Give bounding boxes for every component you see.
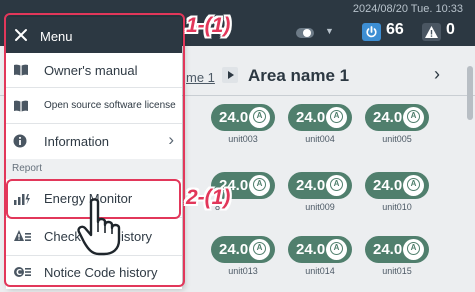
unit-temperature: 24.0 — [296, 241, 326, 258]
unit-tile[interactable]: 24.0 A unit014 — [288, 236, 352, 280]
unit-temperature: 24.0 — [373, 177, 403, 194]
unit-label: unit004 — [305, 134, 335, 144]
alert-count: 0 — [446, 21, 455, 38]
annotation-label-step2: 2-(1) — [186, 186, 231, 209]
pointing-hand-icon — [77, 198, 127, 261]
scrollbar[interactable] — [467, 66, 473, 120]
alert-icon[interactable] — [422, 23, 441, 41]
unit-tile[interactable]: 24.0 A unit013 — [211, 236, 275, 280]
unit-temperature: 24.0 — [219, 109, 249, 126]
auto-mode-icon: A — [330, 242, 343, 255]
unit-pill: 24.0 A — [365, 172, 429, 199]
auto-mode-icon: A — [330, 110, 343, 123]
unit-pill: 24.0 A — [211, 104, 275, 131]
power-count: 66 — [386, 21, 404, 38]
mode-badge: A — [403, 107, 424, 128]
unit-pill: 24.0 A — [211, 236, 275, 263]
unit-label: unit013 — [228, 266, 258, 276]
datetime: 2024/08/20 Tue. 10:33 — [352, 3, 463, 15]
unit-pill: 24.0 A — [365, 236, 429, 263]
auto-mode-icon: A — [253, 178, 266, 191]
mode-badge: A — [249, 175, 270, 196]
mode-badge: A — [249, 239, 270, 260]
mode-badge: A — [326, 239, 347, 260]
auto-mode-icon: A — [407, 110, 420, 123]
caret-down-icon[interactable]: ▼ — [325, 26, 334, 36]
unit-pill: 24.0 A — [288, 104, 352, 131]
auto-mode-icon: A — [407, 178, 420, 191]
auto-mode-icon: A — [253, 242, 266, 255]
unit-label: unit009 — [305, 202, 335, 212]
unit-label: unit003 — [228, 134, 258, 144]
unit-tile[interactable]: 24.0 A unit003 — [211, 104, 275, 148]
auto-mode-icon: A — [407, 242, 420, 255]
unit-label: unit005 — [382, 134, 412, 144]
auto-mode-icon: A — [253, 110, 266, 123]
app-screen: 2024/08/20 Tue. 10:33 ▼ 66 0 me 1 Area n… — [0, 0, 475, 292]
unit-temperature: 24.0 — [373, 241, 403, 258]
annotation-label-step1: 1-(1) — [186, 14, 231, 37]
unit-tile[interactable]: 24.0 A unit015 — [365, 236, 429, 280]
unit-pill: 24.0 A — [288, 172, 352, 199]
unit-tile[interactable]: 24.0 A unit010 — [365, 172, 429, 216]
mode-badge: A — [249, 107, 270, 128]
next-area-chevron-icon[interactable]: › — [434, 64, 440, 85]
auto-mode-icon: A — [330, 178, 343, 191]
unit-tile[interactable]: 24.0 A unit004 — [288, 104, 352, 148]
unit-temperature: 24.0 — [219, 241, 249, 258]
area-name: Area name 1 — [248, 66, 350, 85]
unit-tile[interactable]: 24.0 A unit009 — [288, 172, 352, 216]
mode-badge: A — [403, 239, 424, 260]
mode-badge: A — [326, 175, 347, 196]
unit-label: unit014 — [305, 266, 335, 276]
unit-temperature: 24.0 — [296, 177, 326, 194]
unit-pill: 24.0 A — [288, 236, 352, 263]
area-breadcrumb-link[interactable]: me 1 — [186, 70, 215, 85]
unit-label: unit010 — [382, 202, 412, 212]
power-icon[interactable] — [362, 23, 381, 41]
unit-pill: 24.0 A — [365, 104, 429, 131]
unit-temperature: 24.0 — [296, 109, 326, 126]
unit-label: unit015 — [382, 266, 412, 276]
toggle-icon[interactable] — [296, 28, 314, 38]
mode-badge: A — [326, 107, 347, 128]
play-arrow-icon — [222, 67, 238, 83]
unit-tile[interactable]: 24.0 A unit005 — [365, 104, 429, 148]
unit-temperature: 24.0 — [373, 109, 403, 126]
mode-badge: A — [403, 175, 424, 196]
